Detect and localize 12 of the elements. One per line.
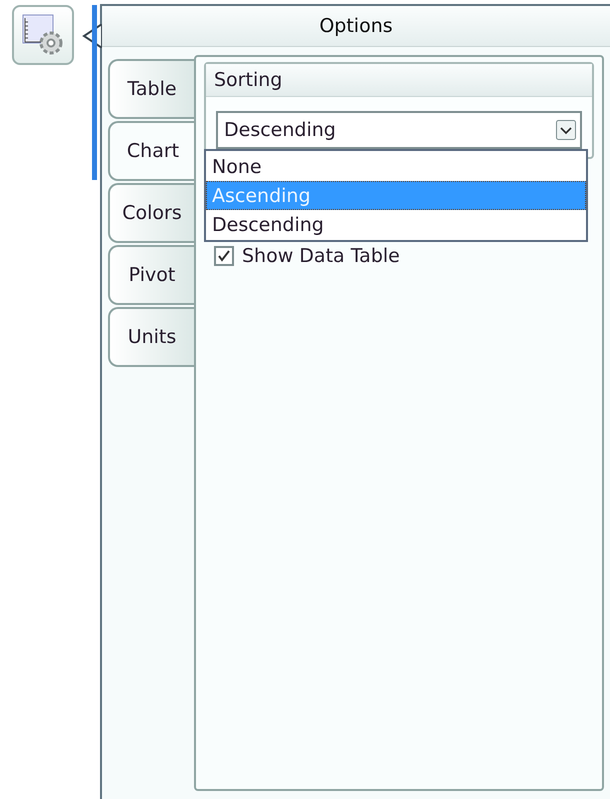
tab[interactable]: Units <box>108 307 194 367</box>
checkbox[interactable] <box>214 246 234 266</box>
tab[interactable]: Chart <box>108 121 196 181</box>
sort-dropdown[interactable]: Descending <box>216 111 582 149</box>
checkbox-label: Show Data Table <box>242 245 400 267</box>
group-title: Sorting <box>206 64 592 97</box>
tab[interactable]: Pivot <box>108 245 194 305</box>
window-title: Options <box>102 6 610 47</box>
chevron-down-icon <box>556 120 576 140</box>
tab[interactable]: Colors <box>108 183 194 243</box>
tab[interactable]: Table <box>108 59 194 119</box>
chart-settings-button[interactable] <box>12 5 74 65</box>
